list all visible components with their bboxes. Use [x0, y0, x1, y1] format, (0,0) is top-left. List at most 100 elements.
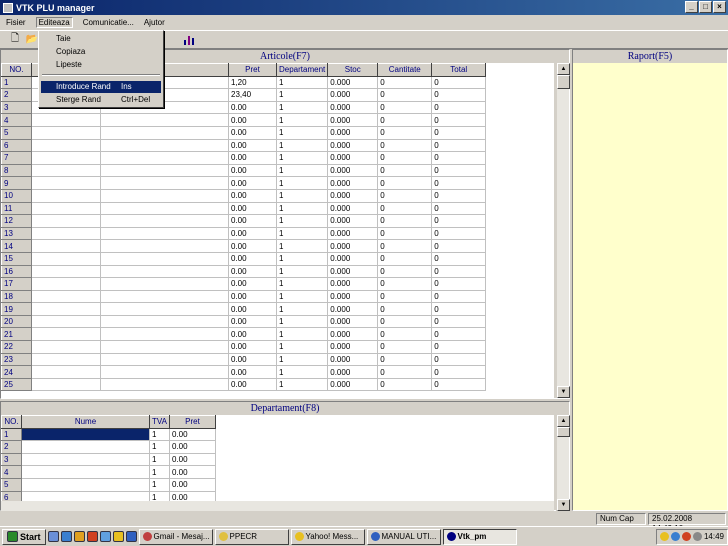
table-row[interactable]: 7 0.00 1 0.000 0 0 — [1, 151, 487, 165]
cell-departament[interactable]: 1 — [276, 76, 329, 90]
cell-departament[interactable]: 1 — [276, 176, 329, 190]
cell-total[interactable]: 0 — [431, 252, 487, 266]
table-row[interactable]: 16 0.00 1 0.000 0 0 — [1, 264, 487, 279]
task-manual[interactable]: MANUAL UTI... — [366, 528, 441, 545]
table-row[interactable]: 10 0.00 1 0.000 0 0 — [1, 188, 487, 203]
cell-nume[interactable] — [100, 151, 229, 165]
menu-ajutor[interactable]: Ajutor — [144, 18, 165, 27]
cell-tva[interactable]: 1 — [149, 440, 170, 454]
cell-cantitate[interactable]: 0 — [377, 214, 433, 228]
cell-name[interactable] — [31, 139, 101, 153]
table-row[interactable]: 9 0.00 1 0.000 0 0 — [1, 176, 487, 190]
cell-tva[interactable]: 1 — [149, 465, 170, 479]
tray-volume-icon[interactable] — [692, 532, 702, 541]
cell-total[interactable]: 0 — [431, 353, 487, 367]
table-row[interactable]: 23 0.00 1 0.000 0 0 — [1, 352, 487, 367]
chart-icon[interactable] — [182, 33, 196, 47]
cell-stoc[interactable]: 0.000 — [327, 265, 379, 279]
cell-total[interactable]: 0 — [431, 277, 487, 291]
cell-nume[interactable] — [100, 227, 229, 241]
cell-stoc[interactable]: 0.000 — [327, 378, 379, 392]
table-row[interactable]: 8 0.00 1 0.000 0 0 — [1, 163, 487, 178]
cell-pret[interactable]: 0.00 — [228, 176, 277, 190]
cell-stoc[interactable]: 0.000 — [327, 340, 379, 354]
dcol-pret[interactable]: Pret — [168, 415, 216, 429]
quicklaunch-messenger-icon[interactable] — [112, 531, 124, 542]
cell-nume[interactable] — [100, 202, 229, 216]
menu-comunicatie[interactable]: Comunicatie... — [83, 18, 134, 27]
task-ppecr[interactable]: PPECR — [214, 528, 289, 545]
cell-cantitate[interactable]: 0 — [377, 176, 433, 190]
dcol-tva[interactable]: TVA — [149, 415, 170, 429]
cell-departament[interactable]: 1 — [276, 365, 329, 379]
cell-nume[interactable] — [21, 428, 150, 442]
table-row[interactable]: 13 0.00 1 0.000 0 0 — [1, 226, 487, 241]
task-gmail[interactable]: Gmail - Mesaj... — [138, 528, 213, 545]
menu-item-taie[interactable]: Taie — [41, 33, 161, 45]
cell-nume[interactable] — [100, 265, 229, 279]
table-row[interactable]: 5 1 0.00 — [1, 477, 216, 492]
maximize-button[interactable]: □ — [699, 1, 712, 13]
cell-pret[interactable]: 0.00 — [169, 428, 216, 442]
cell-name[interactable] — [31, 227, 101, 241]
cell-cantitate[interactable]: 0 — [377, 252, 433, 266]
scroll-down-icon[interactable]: ▼ — [557, 386, 570, 398]
departament-hscroll[interactable] — [1, 501, 554, 511]
cell-nume[interactable] — [100, 214, 229, 228]
cell-tva[interactable]: 1 — [149, 453, 170, 467]
cell-pret[interactable]: 0.00 — [228, 227, 277, 241]
cell-stoc[interactable]: 0.000 — [327, 113, 379, 127]
cell-nume[interactable] — [100, 126, 229, 140]
cell-pret[interactable]: 0.00 — [169, 465, 216, 479]
cell-stoc[interactable]: 0.000 — [327, 302, 379, 316]
cell-departament[interactable]: 1 — [276, 139, 329, 153]
cell-name[interactable] — [31, 265, 101, 279]
col-total[interactable]: Total — [431, 63, 487, 77]
articole-grid[interactable]: NO. me Pret Departament Stoc Cantitate T… — [1, 63, 554, 398]
menu-editeaza[interactable]: Editeaza — [35, 17, 73, 28]
col-pret[interactable]: Pret — [228, 63, 277, 77]
cell-nume[interactable] — [100, 164, 229, 178]
cell-name[interactable] — [31, 113, 101, 127]
articole-vscroll[interactable]: ▲ ▼ — [556, 63, 570, 398]
cell-stoc[interactable]: 0.000 — [327, 202, 379, 216]
task-yahoo[interactable]: Yahoo! Mess... — [290, 528, 365, 545]
departament-grid[interactable]: NO. Nume TVA Pret 1 1 0.00 2 1 0.00 3 1 0.00 4 1 0.… — [1, 415, 554, 501]
col-stoc[interactable]: Stoc — [327, 63, 379, 77]
cell-stoc[interactable]: 0.000 — [327, 151, 379, 165]
table-row[interactable]: 6 1 0.00 — [1, 490, 216, 501]
cell-stoc[interactable]: 0.000 — [327, 164, 379, 178]
cell-pret[interactable]: 0.00 — [228, 151, 277, 165]
cell-cantitate[interactable]: 0 — [377, 76, 433, 90]
cell-total[interactable]: 0 — [431, 126, 487, 140]
cell-nume[interactable] — [100, 189, 229, 203]
menu-item-lipeste[interactable]: Lipeste — [41, 59, 161, 71]
cell-total[interactable]: 0 — [431, 227, 487, 241]
cell-pret[interactable]: 0.00 — [169, 440, 216, 454]
cell-pret[interactable]: 0.00 — [169, 478, 216, 492]
cell-nume[interactable] — [21, 478, 150, 492]
cell-stoc[interactable]: 0.000 — [327, 126, 379, 140]
cell-name[interactable] — [31, 365, 101, 379]
minimize-button[interactable]: _ — [685, 1, 698, 13]
cell-pret[interactable]: 0.00 — [228, 214, 277, 228]
cell-cantitate[interactable]: 0 — [377, 164, 433, 178]
cell-cantitate[interactable]: 0 — [377, 277, 433, 291]
cell-departament[interactable]: 1 — [276, 126, 329, 140]
cell-departament[interactable]: 1 — [276, 327, 329, 342]
cell-pret[interactable]: 0.00 — [169, 453, 216, 467]
cell-name[interactable] — [31, 340, 101, 354]
cell-nume[interactable] — [100, 176, 229, 190]
cell-tva[interactable]: 1 — [149, 491, 170, 501]
cell-pret[interactable]: 0.00 — [228, 101, 277, 115]
cell-stoc[interactable]: 0.000 — [327, 76, 379, 90]
cell-pret[interactable]: 23,40 — [228, 88, 277, 102]
cell-name[interactable] — [31, 315, 101, 329]
col-no[interactable]: NO. — [1, 63, 32, 77]
cell-nume[interactable] — [100, 113, 229, 127]
cell-cantitate[interactable]: 0 — [377, 239, 433, 253]
cell-departament[interactable]: 1 — [276, 302, 329, 316]
cell-departament[interactable]: 1 — [276, 88, 329, 102]
menu-item-introduce-rand[interactable]: Introduce Rand Ins — [41, 81, 161, 93]
start-button[interactable]: Start — [2, 528, 46, 545]
